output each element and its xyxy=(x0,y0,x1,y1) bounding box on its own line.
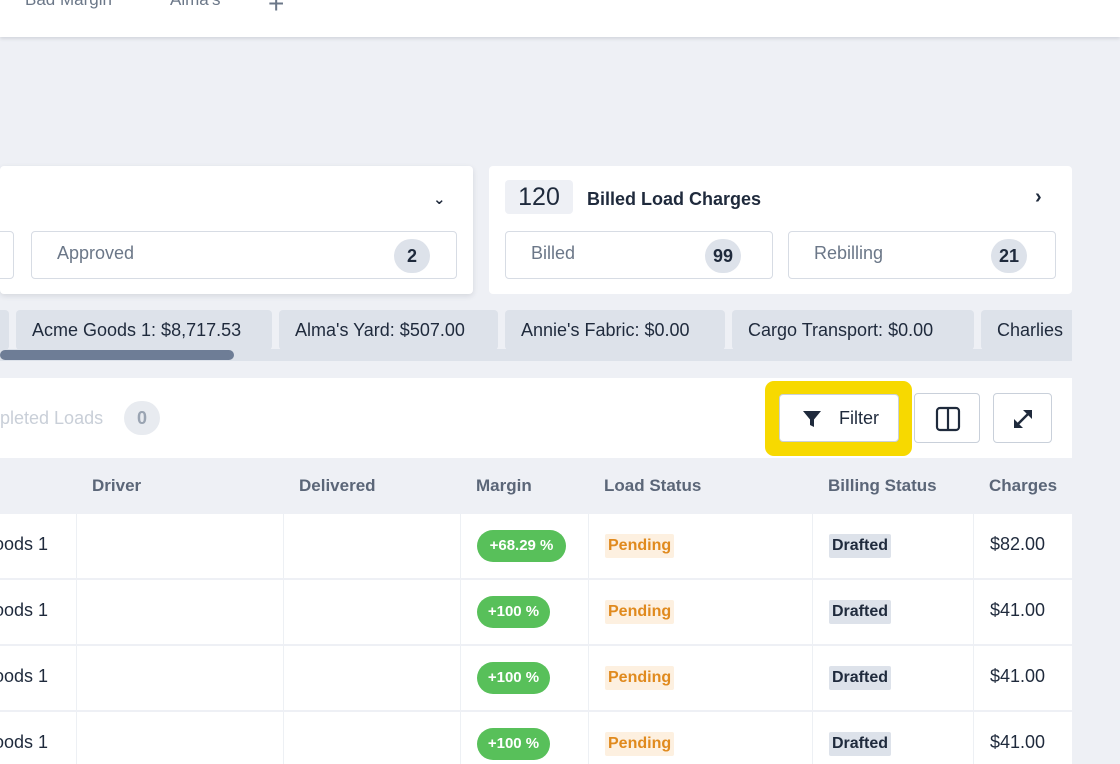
tab-bad-margin[interactable]: Bad Margin xyxy=(25,0,112,10)
stat-box-partial[interactable] xyxy=(0,231,14,279)
column-header-driver[interactable]: Driver xyxy=(92,476,141,496)
column-header-load-status[interactable]: Load Status xyxy=(604,476,701,496)
charges-cell: $41.00 xyxy=(990,732,1046,752)
customer-chip-cargo-transport[interactable]: Cargo Transport: $0.00 xyxy=(732,310,974,350)
billing-status-badge: Drafted xyxy=(829,666,892,690)
customer-chip[interactable] xyxy=(0,310,9,350)
driver-cell xyxy=(76,712,283,764)
columns-button[interactable] xyxy=(914,393,980,443)
customer-chip-annies-fabric[interactable]: Annie's Fabric: $0.00 xyxy=(505,310,725,350)
approved-count-badge: 2 xyxy=(394,239,430,273)
table-row[interactable]: oods 1 +100 % Pending Drafted $41.00 xyxy=(0,646,1072,710)
expand-button[interactable] xyxy=(993,393,1052,443)
billing-status-badge: Drafted xyxy=(829,600,892,624)
billed-count-badge: 99 xyxy=(705,239,741,273)
card-title: Billed Load Charges xyxy=(587,189,762,209)
margin-badge: +100 % xyxy=(477,596,550,628)
filter-button[interactable]: Filter xyxy=(779,394,899,442)
rebilling-count-badge: 21 xyxy=(991,239,1027,273)
tab-almas[interactable]: Alma's xyxy=(170,0,220,10)
customer-cell: oods 1 xyxy=(0,600,49,620)
margin-badge: +100 % xyxy=(477,728,550,760)
approved-label: Approved xyxy=(57,243,135,263)
billed-load-charges-card: 120 Billed Load Charges › Billed 99 Rebi… xyxy=(489,166,1072,294)
table-toolbar: pleted Loads 0 Filter xyxy=(0,378,1072,458)
view-tabs-bar: Bad Margin Alma's + xyxy=(0,0,1120,37)
driver-cell xyxy=(76,580,283,644)
load-status-badge: Pending xyxy=(605,732,675,756)
delivered-cell xyxy=(283,580,460,644)
funnel-icon xyxy=(803,411,821,427)
column-header-delivered[interactable]: Delivered xyxy=(299,476,376,496)
load-status-badge: Pending xyxy=(605,600,675,624)
charges-cell: $82.00 xyxy=(990,534,1046,554)
chevron-right-icon[interactable]: › xyxy=(1035,186,1042,209)
margin-badge: +100 % xyxy=(477,662,550,694)
stat-box-approved[interactable]: Approved 2 xyxy=(31,231,457,279)
table-row[interactable]: oods 1 +100 % Pending Drafted $41.00 xyxy=(0,580,1072,644)
chevron-down-icon[interactable]: ⌄ xyxy=(433,190,446,208)
completed-loads-count: 0 xyxy=(124,401,160,435)
customer-chip-almas-yard[interactable]: Alma's Yard: $507.00 xyxy=(279,310,498,350)
billed-label: Billed xyxy=(531,243,576,263)
column-header-margin[interactable]: Margin xyxy=(476,476,532,496)
expand-icon xyxy=(1014,410,1032,428)
customer-cell: oods 1 xyxy=(0,534,49,554)
table-header: Driver Delivered Margin Load Status Bill… xyxy=(0,458,1072,513)
driver-cell xyxy=(76,514,283,578)
column-header-charges[interactable]: Charges xyxy=(989,476,1057,496)
rebilling-label: Rebilling xyxy=(814,243,884,263)
customer-chip-acme-goods-1[interactable]: Acme Goods 1: $8,717.53 xyxy=(16,310,272,350)
approval-summary-card: ⌄ Approved 2 xyxy=(0,166,473,294)
table-row[interactable]: oods 1 +100 % Pending Drafted $41.00 xyxy=(0,712,1072,764)
billing-status-badge: Drafted xyxy=(829,534,892,558)
stat-box-rebilling[interactable]: Rebilling 21 xyxy=(788,231,1056,279)
load-status-badge: Pending xyxy=(605,666,675,690)
load-status-badge: Pending xyxy=(605,534,675,558)
table-row[interactable]: oods 1 +68.29 % Pending Drafted $82.00 xyxy=(0,514,1072,578)
customer-cell: oods 1 xyxy=(0,666,49,686)
completed-loads-label[interactable]: pleted Loads xyxy=(0,408,103,429)
customer-cell: oods 1 xyxy=(0,732,49,752)
billing-status-badge: Drafted xyxy=(829,732,892,756)
margin-badge: +68.29 % xyxy=(477,530,566,562)
charges-cell: $41.00 xyxy=(990,600,1046,620)
column-header-billing-status[interactable]: Billing Status xyxy=(828,476,937,496)
customer-chip-charlies[interactable]: Charlies xyxy=(981,310,1072,350)
charges-cell: $41.00 xyxy=(990,666,1046,686)
plus-icon[interactable]: + xyxy=(268,0,284,20)
stat-box-billed[interactable]: Billed 99 xyxy=(505,231,773,279)
billed-total-count: 120 xyxy=(505,180,573,214)
delivered-cell xyxy=(283,514,460,578)
chip-scrollbar-thumb[interactable] xyxy=(0,350,234,360)
delivered-cell xyxy=(283,712,460,764)
delivered-cell xyxy=(283,646,460,710)
columns-icon xyxy=(935,406,961,432)
filter-label: Filter xyxy=(839,408,879,428)
driver-cell xyxy=(76,646,283,710)
